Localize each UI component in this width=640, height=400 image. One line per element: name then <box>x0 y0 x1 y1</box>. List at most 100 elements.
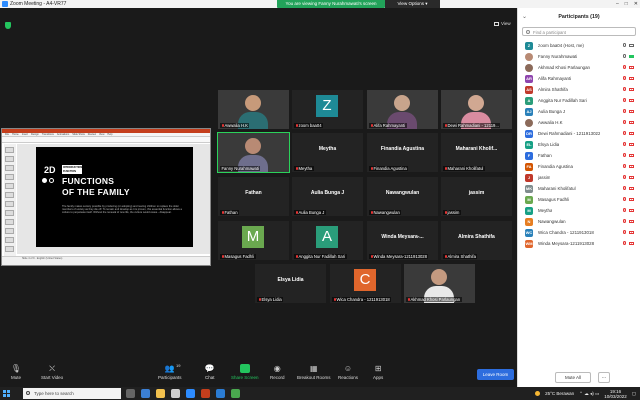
video-tile[interactable]: Meytha Meytha <box>291 132 364 173</box>
video-off-icon[interactable] <box>629 208 634 212</box>
maximize-icon[interactable]: □ <box>625 0 628 8</box>
video-off-icon[interactable] <box>629 98 634 102</box>
participant-row[interactable]: WC Wica Chandra - 1211913018 <box>518 227 640 238</box>
video-off-icon[interactable] <box>629 65 634 69</box>
edge-icon[interactable] <box>141 389 150 398</box>
video-tile[interactable]: Zzoom baa04 <box>291 89 364 130</box>
view-options-button[interactable]: View Options ▾ <box>385 0 440 8</box>
participant-row[interactable]: Akhmad Khosi Parlaungan <box>518 62 640 73</box>
video-tile[interactable]: Elsya Lidia Elsya Lidia <box>254 263 327 304</box>
task-view-icon[interactable] <box>126 389 135 398</box>
video-icon[interactable] <box>629 54 634 58</box>
muted-mic-icon[interactable] <box>623 219 626 223</box>
security-shield-icon[interactable] <box>5 22 11 29</box>
muted-mic-icon[interactable] <box>623 76 626 80</box>
muted-mic-icon[interactable] <box>623 109 626 113</box>
leave-room-button[interactable]: Leave Room <box>477 369 514 380</box>
mute-button[interactable]: 🎙 Mute <box>11 364 21 380</box>
muted-mic-icon[interactable] <box>623 208 626 212</box>
muted-mic-icon[interactable] <box>623 65 626 69</box>
video-tile[interactable]: Aulia Bunga J Aulia Bunga J <box>291 176 364 217</box>
muted-mic-icon[interactable] <box>623 241 626 245</box>
muted-mic-icon[interactable] <box>623 120 626 124</box>
more-options-button[interactable]: ... <box>598 372 610 383</box>
muted-mic-icon[interactable] <box>623 142 626 146</box>
video-tile[interactable]: M Masagus Fadhli <box>217 220 290 261</box>
reactions-button[interactable]: ☺ Reactions <box>338 364 358 380</box>
muted-mic-icon[interactable] <box>623 175 626 179</box>
video-off-icon[interactable] <box>629 153 634 157</box>
muted-mic-icon[interactable] <box>623 230 626 234</box>
tray-icons[interactable]: ⌃ ☁ ◂) ▭ <box>579 391 599 397</box>
muted-mic-icon[interactable] <box>623 153 626 157</box>
close-icon[interactable]: ✕ <box>634 0 638 8</box>
video-tile[interactable]: Fanny Nurahmawati <box>217 132 290 173</box>
video-off-icon[interactable] <box>629 175 634 179</box>
video-icon[interactable] <box>629 43 634 47</box>
participant-row[interactable]: EL Elsya Lidia <box>518 139 640 150</box>
breakout-rooms-button[interactable]: ▦ Breakout Rooms <box>297 364 331 380</box>
muted-mic-icon[interactable] <box>623 131 626 135</box>
muted-mic-icon[interactable] <box>623 87 626 91</box>
windows-start-icon[interactable] <box>3 390 10 397</box>
participant-row[interactable]: Zzoom baa04 (Host, me) <box>518 40 640 51</box>
mic-icon[interactable] <box>623 43 626 47</box>
video-off-icon[interactable] <box>629 186 634 190</box>
video-tile[interactable]: Alifa Rahmayanti <box>366 89 439 130</box>
chat-button[interactable]: 💬 Chat <box>205 364 215 380</box>
video-tile[interactable]: Awwalia H.K <box>217 89 290 130</box>
video-tile[interactable]: jassim jassim <box>440 176 513 217</box>
collapse-chevron-icon[interactable]: ⌄ <box>522 8 527 26</box>
video-off-icon[interactable] <box>629 76 634 80</box>
participant-row[interactable]: WM Winda Meysara-1211913028 <box>518 238 640 249</box>
muted-mic-icon[interactable] <box>623 98 626 102</box>
shared-screen[interactable]: File Home Insert Design Transitions Animation… <box>1 128 211 266</box>
clock[interactable]: 19:16 10/03/2022 <box>604 389 627 399</box>
participant-search-input[interactable]: Find a participant <box>522 27 636 36</box>
muted-mic-icon[interactable] <box>623 186 626 190</box>
video-tile[interactable]: Maharani Kholif... Maharani Kholifatul <box>440 132 513 173</box>
participant-row[interactable]: MK Maharani Kholifatul <box>518 183 640 194</box>
powerpoint-taskbar-icon[interactable] <box>201 389 210 398</box>
video-tile[interactable]: A Anggita Nur Fadillah Sari <box>291 220 364 261</box>
video-tile[interactable]: Almira Shathifa Almira Shathifa <box>440 220 513 261</box>
muted-mic-icon[interactable] <box>623 197 626 201</box>
participant-row[interactable]: AR Alifa Rahmayanti <box>518 73 640 84</box>
video-off-icon[interactable] <box>629 87 634 91</box>
zoom-taskbar-icon[interactable] <box>186 389 195 398</box>
video-off-icon[interactable] <box>629 241 634 245</box>
video-off-icon[interactable] <box>629 142 634 146</box>
store-icon[interactable] <box>171 389 180 398</box>
participant-row[interactable]: Fanny Nurahmawati <box>518 51 640 62</box>
participant-row[interactable]: DR Dewi Rahmadiani - 1211913022 <box>518 128 640 139</box>
participant-row[interactable]: Jjassim <box>518 172 640 183</box>
muted-mic-icon[interactable] <box>623 164 626 168</box>
file-explorer-icon[interactable] <box>156 389 165 398</box>
minimize-icon[interactable]: – <box>616 0 619 8</box>
video-off-icon[interactable] <box>629 120 634 124</box>
participant-row[interactable]: F Fathan <box>518 150 640 161</box>
video-off-icon[interactable] <box>629 219 634 223</box>
view-button[interactable]: View <box>494 21 511 26</box>
video-tile[interactable]: C Wica Chandra - 1211913018 <box>329 263 402 304</box>
start-video-button[interactable]: ⛌ Start Video <box>41 364 63 380</box>
video-tile[interactable]: Fathan Fathan <box>217 176 290 217</box>
video-tile[interactable]: Winda Meysara-... Winda Meysara-121191302… <box>366 220 439 261</box>
word-taskbar-icon[interactable] <box>216 389 225 398</box>
participant-row[interactable]: N Nawangwulan <box>518 216 640 227</box>
chrome-taskbar-icon[interactable] <box>231 389 240 398</box>
participant-row[interactable]: AS Almira Shathifa <box>518 84 640 95</box>
participant-row[interactable]: M Masagus Fadhli <box>518 194 640 205</box>
participant-row[interactable]: A Anggita Nur Fadillah Sari <box>518 95 640 106</box>
weather-text[interactable]: 25°C Berawan <box>545 391 574 396</box>
apps-button[interactable]: ⊞ Apps <box>373 364 383 380</box>
taskbar-search-input[interactable]: Type here to search <box>23 388 121 399</box>
participant-row[interactable]: FA Finandia Agustina <box>518 161 640 172</box>
mute-all-button[interactable]: Mute All <box>555 372 591 383</box>
video-tile[interactable]: Dewi Rahmadiani - 12119... <box>440 89 513 130</box>
video-off-icon[interactable] <box>629 131 634 135</box>
video-tile[interactable]: Nawangwulan Nawangwulan <box>366 176 439 217</box>
video-off-icon[interactable] <box>629 230 634 234</box>
video-off-icon[interactable] <box>629 109 634 113</box>
video-tile[interactable]: Finandia Agustina Finandia Agustina <box>366 132 439 173</box>
